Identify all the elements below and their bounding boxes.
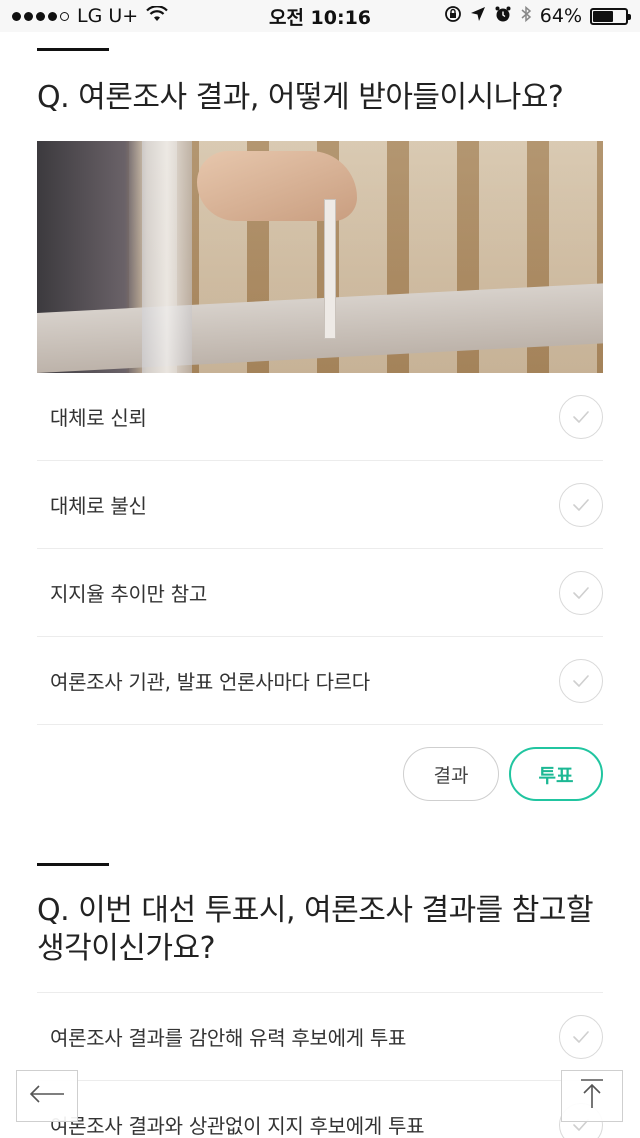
signal-strength-icon <box>12 11 69 21</box>
status-bar-right: 64% <box>444 5 631 28</box>
checkmark-icon[interactable] <box>559 482 603 527</box>
poll-option[interactable]: 여론조사 결과와 상관없이 지지 후보에게 투표 <box>37 1081 603 1138</box>
poll-image <box>37 141 603 373</box>
poll-option[interactable]: 대체로 신뢰 <box>37 373 603 461</box>
poll-option-label: 대체로 신뢰 <box>50 406 147 430</box>
vote-button[interactable]: 투표 <box>509 747 603 801</box>
poll-option[interactable]: 여론조사 결과를 감안해 유력 후보에게 투표 <box>37 993 603 1081</box>
orientation-lock-icon <box>444 5 462 28</box>
carrier-label: LG U+ <box>77 5 139 27</box>
arrow-up-to-top-icon <box>579 1078 605 1114</box>
wifi-icon <box>146 5 168 27</box>
checkmark-icon[interactable] <box>559 1014 603 1059</box>
arrow-left-icon <box>28 1083 66 1109</box>
poll-question: Q. 이번 대선 투표시, 여론조사 결과를 참고할 생각이신가요? <box>37 893 594 966</box>
battery-percent: 64% <box>539 5 582 27</box>
result-button[interactable]: 결과 <box>403 747 499 801</box>
checkmark-icon[interactable] <box>559 570 603 615</box>
poll-options: 대체로 신뢰 대체로 불신 지지율 추이만 참고 여론조사 기관, 발표 언론사… <box>37 373 603 725</box>
bluetooth-icon <box>520 5 532 28</box>
page-content: Q. 여론조사 결과, 어떻게 받아들이시나요? 대체로 신뢰 대체로 불신 지… <box>0 32 640 1138</box>
checkmark-icon[interactable] <box>559 658 603 703</box>
alarm-icon <box>494 5 512 28</box>
battery-fill <box>593 10 614 22</box>
poll-option[interactable]: 여론조사 기관, 발표 언론사마다 다르다 <box>37 637 603 725</box>
poll-option-label: 여론조사 결과와 상관없이 지지 후보에게 투표 <box>50 1114 425 1138</box>
location-icon <box>470 5 486 27</box>
status-bar: LG U+ 오전 10:16 64% <box>0 0 640 32</box>
poll-option-label: 대체로 불신 <box>50 494 147 518</box>
poll-options: 여론조사 결과를 감안해 유력 후보에게 투표 여론조사 결과와 상관없이 지지… <box>37 992 603 1138</box>
back-button[interactable] <box>16 1070 78 1122</box>
checkmark-icon[interactable] <box>559 394 603 439</box>
poll-option-label: 여론조사 결과를 감안해 유력 후보에게 투표 <box>50 1026 407 1050</box>
poll-actions: 결과 투표 <box>0 725 640 801</box>
poll-option-label: 여론조사 기관, 발표 언론사마다 다르다 <box>50 670 370 694</box>
status-bar-left: LG U+ <box>12 5 168 27</box>
poll-option[interactable]: 대체로 불신 <box>37 461 603 549</box>
poll-option-label: 지지율 추이만 참고 <box>50 582 207 606</box>
battery-icon <box>590 7 631 25</box>
poll-question: Q. 여론조사 결과, 어떻게 받아들이시나요? <box>37 80 564 115</box>
scroll-to-top-button[interactable] <box>561 1070 623 1122</box>
poll-option[interactable]: 지지율 추이만 참고 <box>37 549 603 637</box>
